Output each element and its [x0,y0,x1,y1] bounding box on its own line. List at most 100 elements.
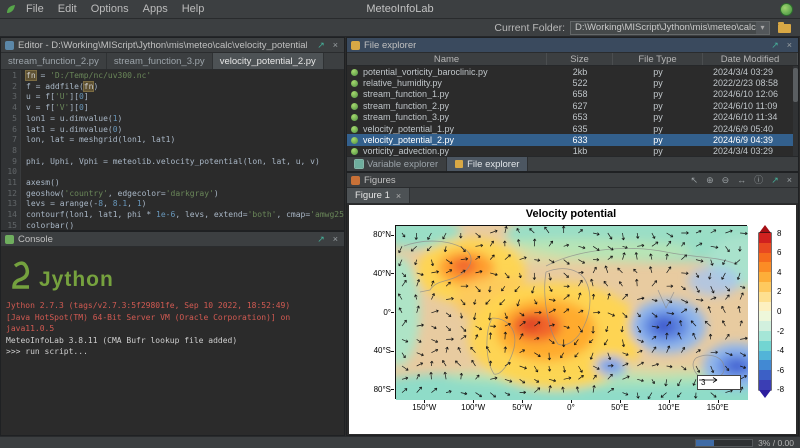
x-tick-mark [571,400,572,403]
code-token: geoshow( [26,189,65,198]
console-line: [Java HotSpot(TM) 64-Bit Server VM (Orac… [6,312,339,335]
table-row[interactable]: velocity_potential_1.py635py2024/6/9 05:… [347,123,798,134]
explorer-bottom-tabs: Variable explorer File explorer [347,156,798,171]
float-icon[interactable]: ↗ [315,235,327,244]
browse-folder-button[interactable] [776,21,793,35]
current-folder-combo[interactable]: D:\Working\MIScript\Jython\mis\meteo\cal… [570,21,770,35]
tab-figure-1[interactable]: Figure 1 × [347,188,410,203]
x-tick-label: 100°W [451,403,495,412]
python-file-icon [351,137,358,144]
variable-explorer-icon [355,160,363,168]
y-tick-mark [391,312,394,313]
file-date-cell: 2024/6/10 11:34 [703,112,798,122]
console-output[interactable]: Jython Jython 2.7.3 (tags/v2.7.3:5f29801… [1,247,344,361]
console-panel: Console ↗ × Jython Jython 2.7.3 (tags/v2… [0,231,345,436]
folder-toolbar: Current Folder: D:\Working\MIScript\Jyth… [0,19,800,37]
code-token: , edgecolor= [108,189,166,198]
figure-canvas[interactable]: Velocity potential [349,205,796,434]
file-size-cell: 522 [547,78,613,88]
file-name-text: stream_function_2.py [363,101,449,111]
line-number: 13 [1,199,17,210]
info-icon[interactable]: ⓘ [752,176,765,185]
console-line: MeteoInfoLab 3.8.11 (CMA Bufr lookup fil… [6,335,339,347]
line-number-gutter: 123456789101112131415 [1,70,21,230]
float-icon[interactable]: ↗ [769,41,781,50]
menu-options[interactable]: Options [84,0,136,19]
menu-edit[interactable]: Edit [51,0,84,19]
file-type-cell: py [613,78,703,88]
file-explorer-icon [351,41,360,50]
close-icon[interactable]: × [785,176,794,185]
x-tick-mark [718,400,719,403]
line-number: 7 [1,135,17,146]
code-line: contourf(lon1, lat1, phi * 1e-6, levs, e… [26,210,344,221]
editor-tab-bar: stream_function_2.py stream_function_3.p… [1,53,344,70]
close-icon[interactable]: × [331,41,340,50]
code-token: , [127,199,137,208]
code-token: lon, lat = meshgrid(lon1, lat1) [26,135,175,144]
code-token: lat1 = u.dimvalue( [26,125,113,134]
line-number: 3 [1,92,17,103]
close-icon[interactable]: × [396,191,401,201]
colorbar-segment [759,341,771,351]
code-line: colorbar() [26,221,344,230]
quiver-key: 3 [697,375,741,390]
table-row[interactable]: velocity_potential_2.py633py2024/6/9 04:… [347,134,798,145]
scrollbar-thumb[interactable] [793,68,798,102]
chevron-down-icon[interactable]: ▾ [756,22,769,34]
table-row[interactable]: stream_function_3.py653py2024/6/10 11:34 [347,112,798,123]
menu-apps[interactable]: Apps [136,0,175,19]
line-number: 9 [1,157,17,168]
column-date-modified[interactable]: Date Modified [703,53,798,65]
code-token: 'both' [248,210,277,219]
column-size[interactable]: Size [547,53,613,65]
pan-icon[interactable]: ↔ [735,176,748,185]
code-line [26,167,344,178]
code-token: 'V' [55,103,69,112]
colorbar-segment [759,253,771,263]
console-lines: Jython 2.7.3 (tags/v2.7.3:5f29801fe, Sep… [6,300,339,358]
menu-help[interactable]: Help [175,0,212,19]
code-token: contourf(lon1, lat1, phi * [26,210,156,219]
select-cursor-icon[interactable]: ↖ [689,176,701,185]
table-row[interactable]: stream_function_1.py658py2024/6/10 12:06 [347,89,798,100]
code-editor[interactable]: 123456789101112131415 fn = 'D:/Temp/nc/u… [1,70,344,230]
y-tick-label: 40°S [355,346,391,355]
jython-logo-icon [10,260,32,290]
console-line: Jython 2.7.3 (tags/v2.7.3:5f29801fe, Sep… [6,300,339,312]
column-name[interactable]: Name [347,53,547,65]
float-icon[interactable]: ↗ [315,41,327,50]
colorbar-segment [759,380,771,390]
code-token: u = f[ [26,92,55,101]
code-token: lon1 = u.dimvalue( [26,114,113,123]
tab-stream-function-3[interactable]: stream_function_3.py [107,53,213,69]
console-line: >>> run script... [6,346,339,358]
column-file-type[interactable]: File Type [613,53,703,65]
scrollbar[interactable] [793,66,798,157]
close-icon[interactable]: × [785,41,794,50]
table-row[interactable]: stream_function_2.py627py2024/6/10 11:09 [347,100,798,111]
table-row[interactable]: relative_humidity.py522py2022/2/23 08:58 [347,77,798,88]
code-token: ) [93,82,98,91]
table-row[interactable]: potential_vorticity_baroclinic.py2kbpy20… [347,66,798,77]
tab-file-explorer[interactable]: File explorer [447,157,528,171]
zoom-out-icon[interactable]: ⊖ [720,176,732,185]
code-token: phi, Uphi, Vphi = meteolib.velocity_pote… [26,157,320,166]
file-type-cell: py [613,146,703,156]
code-token: 'amwg256' [310,210,344,219]
float-icon[interactable]: ↗ [769,176,781,185]
tab-stream-function-2[interactable]: stream_function_2.py [1,53,107,69]
code-token: 'country' [65,189,108,198]
console-titlebar: Console ↗ × [1,232,344,247]
code-token: axesm() [26,178,60,187]
close-icon[interactable]: × [331,235,340,244]
tab-variable-explorer[interactable]: Variable explorer [347,157,447,171]
menu-file[interactable]: File [19,0,51,19]
meteoinfo-globe-icon[interactable] [780,3,793,16]
menu-bar: File Edit Options Apps Help MeteoInfoLab [0,0,800,19]
current-folder-value: D:\Working\MIScript\Jython\mis\meteo\cal… [575,22,756,33]
tab-velocity-potential-2[interactable]: velocity_potential_2.py [213,53,324,69]
line-number: 12 [1,189,17,200]
zoom-in-icon[interactable]: ⊕ [704,176,716,185]
editor-panel: Editor - D:\Working\MIScript\Jython\mis\… [0,37,345,231]
